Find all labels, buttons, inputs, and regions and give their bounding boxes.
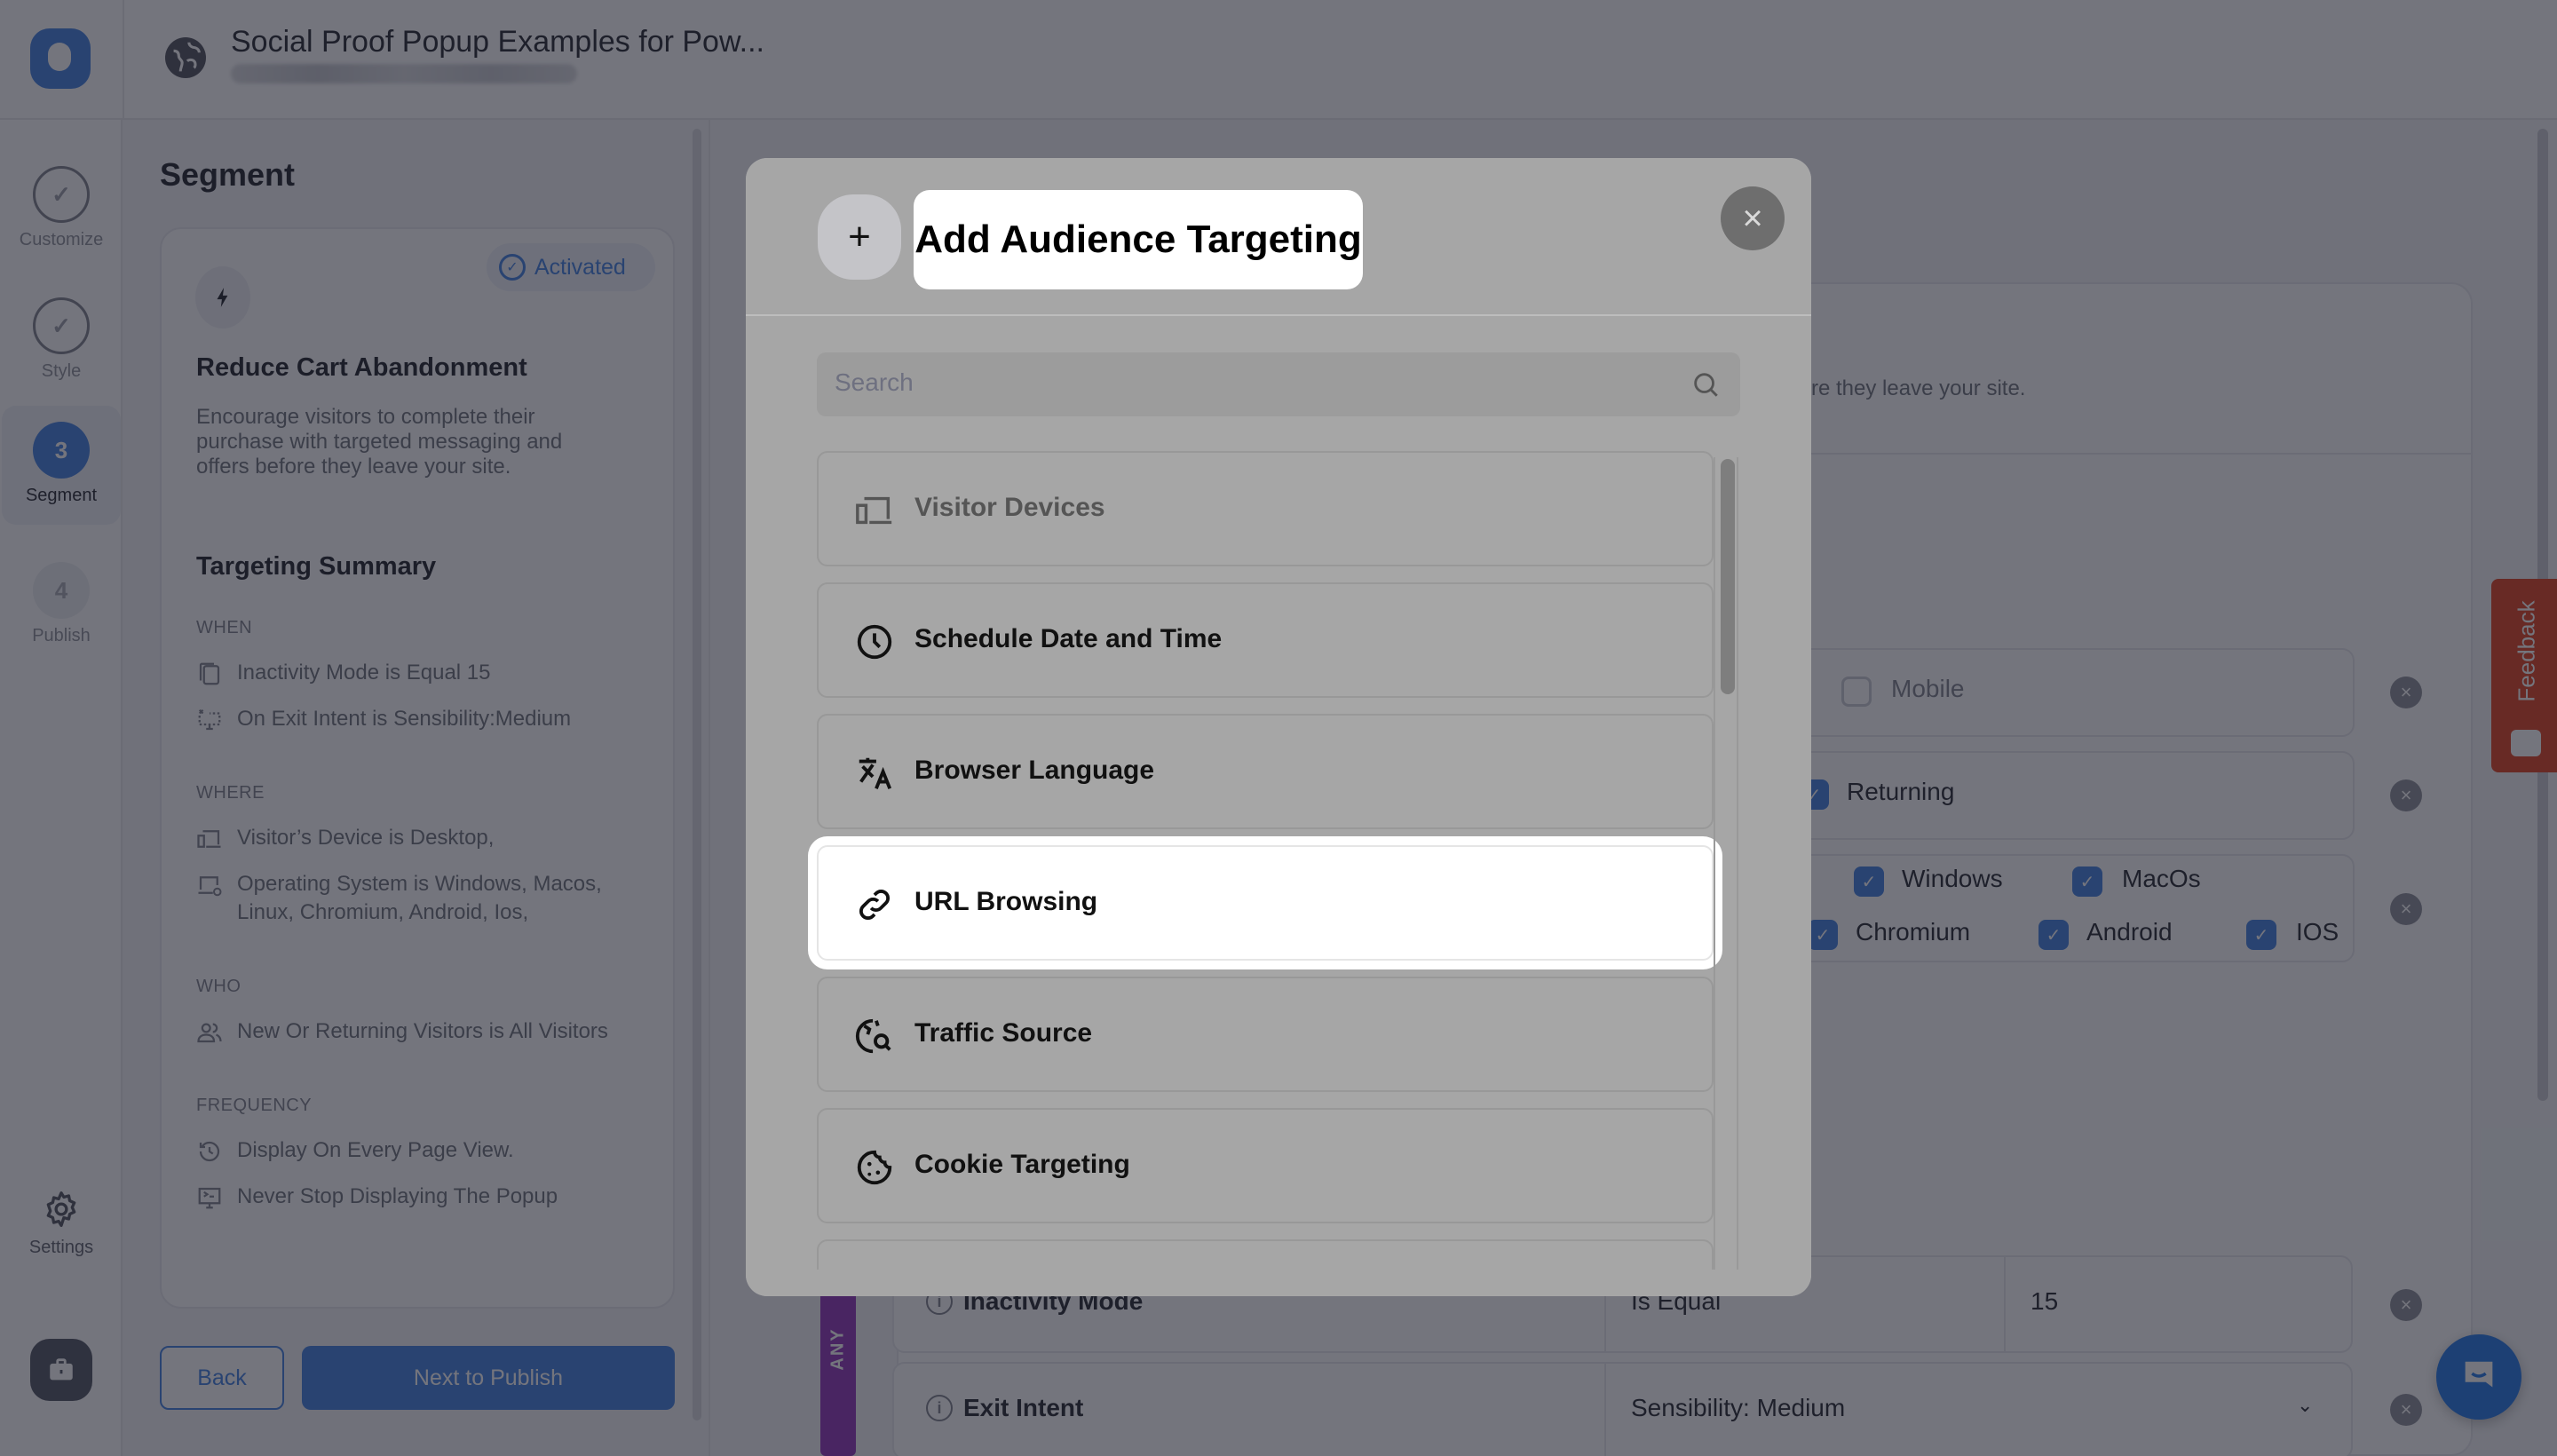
close-button[interactable]: ×: [1721, 186, 1785, 250]
clock-icon: [857, 624, 892, 660]
search-input[interactable]: [817, 352, 1740, 416]
targeting-options-list: Visitor Devices Schedule Date and Time B…: [746, 448, 1811, 1270]
option-visitor-devices[interactable]: Visitor Devices: [817, 451, 1714, 566]
option-next-partial[interactable]: [817, 1239, 1714, 1270]
search-icon[interactable]: [1690, 369, 1721, 400]
plus-icon: +: [818, 194, 901, 280]
devices-icon: [856, 496, 892, 525]
option-browser-language[interactable]: Browser Language: [817, 714, 1714, 829]
traffic-source-icon: [855, 1018, 891, 1054]
divider: [746, 314, 1811, 316]
option-schedule-date-time[interactable]: Schedule Date and Time: [817, 582, 1714, 698]
search-placeholder: Search: [835, 368, 914, 396]
option-traffic-source[interactable]: Traffic Source: [817, 977, 1714, 1092]
translate-icon: [859, 757, 892, 789]
link-icon: [859, 890, 890, 920]
options-scrollbar-thumb[interactable]: [1721, 459, 1735, 694]
modal-title: Add Audience Targeting: [914, 190, 1363, 289]
option-url-browsing[interactable]: URL Browsing: [817, 845, 1714, 961]
option-cookie-targeting[interactable]: Cookie Targeting: [817, 1108, 1714, 1223]
cookie-icon: [857, 1150, 892, 1185]
